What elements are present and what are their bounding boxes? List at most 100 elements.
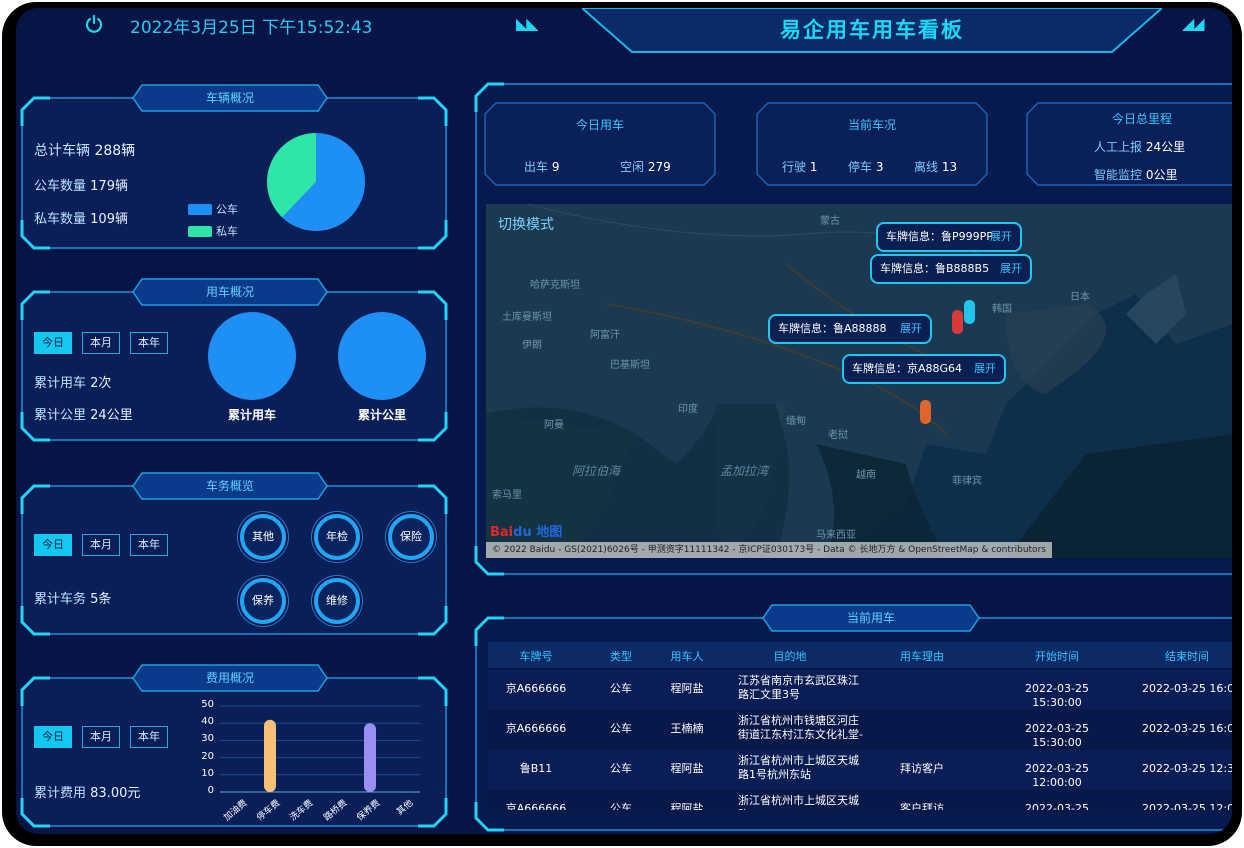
cell-type: 公车: [610, 682, 632, 695]
dashboard-screen: 2022年3月25日 下午15:52:43 ◣◣ ◢◢ 易企用车用车看板 车辆概…: [16, 8, 1232, 834]
table-row[interactable]: 京A666666 公车 程阿盐 浙江省杭州市上城区天城路 客户拜访 2022-0…: [488, 790, 1232, 810]
service-period-today[interactable]: 今日: [34, 534, 72, 556]
ring-maintenance[interactable]: 保养: [240, 578, 286, 624]
service-period-year[interactable]: 本年: [130, 534, 168, 556]
tab-cost-overview-label: 费用概况: [205, 671, 254, 685]
map-label-myanmar: 缅甸: [786, 416, 806, 427]
tab-usage-overview: 用车概况: [132, 278, 328, 306]
cost-total: 累计费用 83.00元: [34, 782, 140, 801]
private-vehicles-value: 109辆: [90, 212, 128, 227]
map-callout-1[interactable]: 车牌信息：鲁P999PP 展开: [876, 222, 1022, 252]
cell-end: 2022-03-25 16:00:: [1142, 722, 1232, 735]
cell-end: 2022-03-25 12:30:: [1142, 762, 1232, 775]
status-driving-label: 行驶: [782, 160, 807, 174]
status-driving-value: 1: [809, 160, 818, 174]
y-tick-label: 30: [201, 733, 214, 745]
col-destination: 目的地: [773, 650, 807, 663]
usage-period-year[interactable]: 本年: [130, 332, 168, 354]
tab-vehicle-overview-label: 车辆概况: [205, 91, 254, 105]
cost-bar-chart: 0 10 20 30 40 50 加油费 停车费 洗车费 路桥费 保养费 其他: [192, 698, 432, 823]
map-callout-3[interactable]: 车牌信息：鲁A88888 展开: [768, 314, 932, 344]
cell-start: 2022-03-25 15:30:00: [1025, 682, 1089, 709]
legend-private-label: 私车: [216, 225, 238, 238]
map-callout-2[interactable]: 车牌信息：鲁B888B5 展开: [870, 254, 1032, 284]
usage-trips-label: 累计用车: [34, 376, 87, 391]
car-marker-orange-icon[interactable]: [920, 400, 931, 424]
status-parked-label: 停车: [848, 160, 873, 174]
service-period-month[interactable]: 本月: [82, 534, 120, 556]
ring-other[interactable]: 其他: [240, 514, 286, 560]
ring-inspection[interactable]: 年检: [314, 514, 360, 560]
map-callout-3-text: 车牌信息：鲁A88888: [778, 322, 887, 335]
cost-total-value: 83.00元: [90, 786, 141, 801]
header-deco-left-icon: ◣◣: [516, 14, 539, 33]
y-tick-label: 40: [201, 716, 214, 728]
total-vehicles-label: 总计车辆: [34, 143, 90, 159]
tab-usage-overview-label: 用车概况: [205, 285, 254, 299]
today-out-label: 出车: [524, 160, 549, 174]
table-row[interactable]: 鲁B11 公车 程阿盐 浙江省杭州市上城区天城路1号杭州东站 拜访客户 2022…: [488, 750, 1232, 789]
service-tasks-label: 累计车务: [34, 592, 87, 607]
map-mode-toggle[interactable]: 切换模式: [498, 214, 554, 234]
page-title: 易企用车用车看板: [780, 18, 964, 42]
status-parked-value: 3: [875, 160, 884, 174]
cell-type: 公车: [610, 802, 632, 810]
usage-km-value: 24公里: [90, 408, 133, 423]
bar-4[interactable]: [364, 723, 376, 792]
map-label-laos: 老挝: [828, 430, 848, 441]
ring-repair[interactable]: 维修: [314, 578, 360, 624]
bar-1[interactable]: [264, 719, 276, 792]
today-out-value: 9: [551, 160, 560, 174]
usage-period-month[interactable]: 本月: [82, 332, 120, 354]
tab-service-overview: 车务概览: [132, 472, 328, 500]
current-status-title: 当前车况: [847, 118, 896, 132]
mileage-smart-value: 0公里: [1145, 168, 1178, 182]
map-callout-4[interactable]: 车牌信息：京A88G64 展开: [842, 354, 1006, 384]
service-period-buttons: 今日 本月 本年: [34, 534, 168, 556]
map-callout-4-text: 车牌信息：京A88G64: [852, 362, 963, 375]
mileage-manual-value: 24公里: [1145, 140, 1186, 154]
map-callout-1-expand[interactable]: 展开: [990, 224, 1012, 250]
header-deco-right-icon: ◢◢: [1182, 14, 1205, 33]
mileage-title: 今日总里程: [1111, 112, 1172, 126]
tab-service-overview-label: 车务概览: [205, 479, 254, 493]
cost-period-year[interactable]: 本年: [130, 726, 168, 748]
cost-period-month[interactable]: 本月: [82, 726, 120, 748]
service-overview-panel: [20, 484, 448, 636]
map-callout-2-expand[interactable]: 展开: [1000, 256, 1022, 282]
total-vehicles-value: 288辆: [94, 143, 136, 159]
table-row[interactable]: 京A666666 公车 王楠楠 浙江省杭州市钱塘区河庄街道江东村江东文化礼堂- …: [488, 710, 1232, 749]
usage-period-today[interactable]: 今日: [34, 332, 72, 354]
tab-current-trips: 当前用车: [762, 604, 980, 632]
cell-user: 程阿盐: [670, 762, 704, 775]
map-label-iran: 伊朗: [522, 340, 542, 351]
table-row[interactable]: 京A666666 公车 程阿盐 江苏省南京市玄武区珠江路汇文里3号 2022-0…: [488, 670, 1232, 709]
map-callout-3-expand[interactable]: 展开: [900, 316, 922, 342]
ring-insurance[interactable]: 保险: [388, 514, 434, 560]
map-label-arabian-sea: 阿拉伯海: [572, 464, 621, 478]
km-circle-label: 累计公里: [357, 408, 406, 422]
map-label-japan: 日本: [1070, 292, 1090, 303]
trips-circle-label: 累计用车: [227, 408, 276, 422]
cost-total-label: 累计费用: [34, 786, 87, 801]
status-offline-value: 13: [941, 160, 958, 174]
col-reason: 用车理由: [900, 650, 944, 663]
baidu-logo-text: Bai: [490, 525, 514, 540]
cell-user: 王楠楠: [670, 722, 704, 735]
mileage-smart-label: 智能监控: [1094, 168, 1143, 182]
car-marker-blue-icon[interactable]: [964, 300, 975, 324]
usage-km-label: 累计公里: [34, 408, 87, 423]
map-callout-4-expand[interactable]: 展开: [974, 356, 996, 382]
map-label-pakistan: 巴基斯坦: [610, 360, 650, 371]
cell-plate: 京A666666: [505, 802, 567, 810]
car-marker-red-icon[interactable]: [952, 310, 963, 334]
usage-trips-value: 2次: [90, 376, 112, 391]
device-frame: 2022年3月25日 下午15:52:43 ◣◣ ◢◢ 易企用车用车看板 车辆概…: [2, 2, 1242, 846]
map-label-malaysia: 马来西亚: [816, 530, 856, 541]
status-offline: 离线 13: [914, 158, 957, 175]
power-icon[interactable]: [84, 14, 104, 34]
vehicle-map[interactable]: 切换模式 蒙古 哈萨克斯坦 土库曼斯坦 阿富汗 伊朗 巴基斯坦 印度 阿曼 阿拉…: [486, 204, 1232, 558]
cost-period-today[interactable]: 今日: [34, 726, 72, 748]
map-callout-2-text: 车牌信息：鲁B888B5: [880, 262, 990, 275]
usage-trips: 累计用车 2次: [34, 372, 111, 391]
